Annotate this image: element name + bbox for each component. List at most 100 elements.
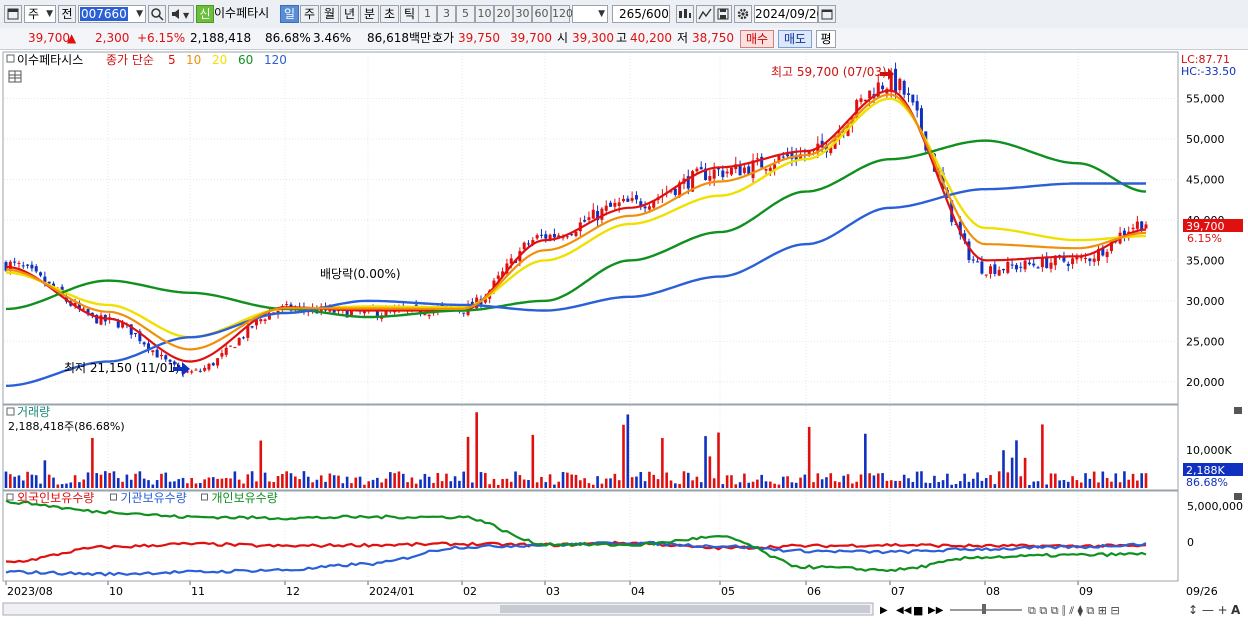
candle-body xyxy=(134,332,138,334)
font-size-icon[interactable]: A xyxy=(1231,603,1241,617)
panel-close-icon[interactable] xyxy=(1234,493,1242,500)
volume-bar xyxy=(26,471,29,488)
volume-bar xyxy=(242,483,245,488)
scroll-rewind-icon[interactable]: ◀◀ xyxy=(896,605,912,616)
volume-bar xyxy=(4,471,8,488)
volume-bar xyxy=(173,481,176,488)
stop-icon[interactable]: ■ xyxy=(913,604,923,617)
date-input[interactable]: 2024/09/26 xyxy=(754,5,824,23)
holding-legend-item: 기관보유수량 xyxy=(121,491,187,505)
volume-bar xyxy=(475,412,478,488)
volume-bar xyxy=(980,480,984,488)
interval-tab-60[interactable]: 60 xyxy=(532,5,551,23)
draw-tool-icon[interactable] xyxy=(696,5,714,23)
y-tick-label: 25,000 xyxy=(1186,335,1225,348)
candle-body xyxy=(980,261,984,274)
volume-bar xyxy=(557,481,561,488)
stock-code-input[interactable]: 007660 ▼ xyxy=(78,5,146,23)
scroll-forward-icon[interactable]: ▶▶ xyxy=(928,605,944,616)
volume-bar xyxy=(561,472,565,488)
sell-button[interactable]: 매도 xyxy=(778,30,812,48)
interval-tab-1[interactable]: 1 xyxy=(418,5,437,23)
interval-tab-120[interactable]: 120 xyxy=(551,5,573,23)
candle-body xyxy=(21,265,25,267)
candle-body xyxy=(1144,224,1148,229)
volume-bar xyxy=(959,481,962,488)
period-tab-0[interactable]: 일 xyxy=(280,5,299,23)
volume-bar xyxy=(639,472,643,488)
volume-bar xyxy=(587,483,591,488)
candle-body xyxy=(242,337,245,339)
volume-bar xyxy=(436,472,440,488)
window-menu-icon[interactable] xyxy=(4,5,22,23)
prev-button[interactable]: 전 xyxy=(58,5,76,23)
candle-body xyxy=(622,198,625,202)
volume-bar xyxy=(898,480,902,488)
interval-tab-3[interactable]: 3 xyxy=(437,5,456,23)
candle-body xyxy=(881,85,885,90)
candle-body xyxy=(613,202,617,207)
volume-bar xyxy=(868,473,871,488)
candle-body xyxy=(971,259,975,261)
period-tab-1[interactable]: 주 xyxy=(300,5,319,23)
interval-custom-select[interactable]: ▼ xyxy=(572,5,608,23)
scrollbar-thumb[interactable] xyxy=(500,605,870,613)
volume-bar xyxy=(781,476,785,488)
panel-close-icon[interactable] xyxy=(1234,407,1242,414)
volume-bar xyxy=(777,484,781,488)
count-input[interactable]: 265/600 xyxy=(612,5,670,23)
period-type-select[interactable]: 주 ▼ xyxy=(24,5,56,23)
calendar-icon[interactable] xyxy=(818,5,836,23)
volume-bar xyxy=(682,471,686,488)
interval-tab-5[interactable]: 5 xyxy=(456,5,475,23)
gear-icon[interactable] xyxy=(734,5,752,23)
buy-button[interactable]: 매수 xyxy=(740,30,774,48)
volume-bar xyxy=(1062,480,1066,488)
chart-settings-icon[interactable] xyxy=(676,5,694,23)
volume-bar xyxy=(466,436,470,488)
volume-bar xyxy=(984,478,988,488)
candle-body xyxy=(600,208,604,220)
candle-body xyxy=(116,321,120,328)
interval-tab-10[interactable]: 10 xyxy=(475,5,494,23)
interval-tab-30[interactable]: 30 xyxy=(513,5,532,23)
zoom-slider-handle[interactable] xyxy=(982,604,986,614)
period-tab-5[interactable]: 초 xyxy=(380,5,399,23)
candle-body xyxy=(155,349,159,358)
volume-bar xyxy=(298,479,301,488)
volume-bar xyxy=(419,479,422,488)
volume-bar xyxy=(60,484,64,488)
y-tick-label: 45,000 xyxy=(1186,173,1225,186)
candle-body xyxy=(997,269,1001,276)
period-tab-3[interactable]: 년 xyxy=(340,5,359,23)
zoom-out-icon[interactable]: ↕ — + xyxy=(1188,603,1228,617)
period-tab-2[interactable]: 월 xyxy=(320,5,339,23)
save-icon[interactable] xyxy=(714,5,732,23)
volume-bar xyxy=(129,479,133,488)
volume-bar xyxy=(393,473,396,488)
volume-bar xyxy=(730,475,733,488)
volume-bar xyxy=(1144,473,1148,488)
search-icon[interactable] xyxy=(148,5,166,23)
period-tab-4[interactable]: 분 xyxy=(360,5,379,23)
volume-bar xyxy=(281,473,284,488)
scroll-next-icon[interactable]: ▶ xyxy=(880,605,888,616)
candle-body xyxy=(535,235,539,239)
volume-bar xyxy=(665,472,668,488)
candle-body xyxy=(781,156,785,158)
candle-body xyxy=(527,243,530,245)
interval-tab-20[interactable]: 20 xyxy=(494,5,513,23)
sound-icon[interactable]: ▼ xyxy=(168,5,194,23)
volume-bar xyxy=(302,471,306,488)
avg-button[interactable]: 평 xyxy=(816,30,836,48)
volume-bar xyxy=(1123,471,1126,488)
period-tab-6[interactable]: 틱 xyxy=(400,5,419,23)
candle-body xyxy=(989,266,993,274)
volume-bar xyxy=(492,478,496,488)
volume-bar xyxy=(1058,480,1061,488)
x-tick-label: 05 xyxy=(721,585,735,598)
candle-body xyxy=(907,93,910,95)
volume-bar xyxy=(1110,481,1113,488)
volume-bar xyxy=(199,482,202,488)
layout-icons[interactable]: ⧉ ⧉ ⧉ ⫿ ⫽ ⧫ ⧉ ⊞ ⊟ xyxy=(1028,604,1120,617)
